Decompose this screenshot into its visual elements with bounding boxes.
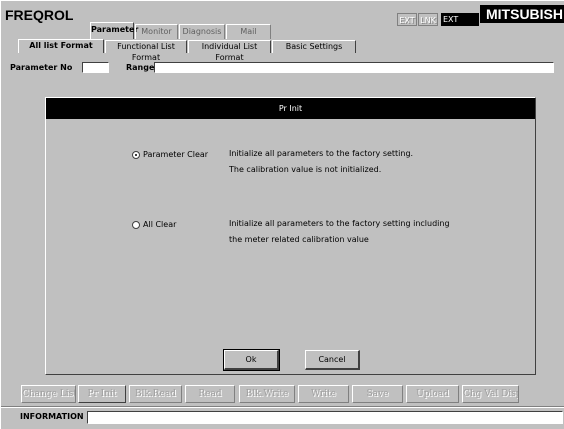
blk-write-button[interactable]: Blk.Write: [239, 385, 295, 403]
parameter-no-input[interactable]: [82, 62, 109, 73]
information-field[interactable]: [87, 411, 563, 424]
save-button[interactable]: Save: [352, 385, 403, 403]
cancel-button[interactable]: Cancel: [305, 350, 360, 370]
all-clear-description: Initialize all parameters to the factory…: [229, 216, 450, 248]
radio-parameter-clear-label: Parameter Clear: [143, 150, 209, 159]
tab-mail[interactable]: Mail: [226, 24, 271, 39]
tab-diagnosis[interactable]: Diagnosis: [179, 24, 225, 39]
description-line: The calibration value is not initialized…: [229, 165, 382, 174]
description-line: the meter related calibration value: [229, 235, 369, 244]
radio-unchecked-icon[interactable]: [132, 220, 140, 229]
tab-basic-settings[interactable]: Basic Settings: [272, 40, 356, 53]
upload-button[interactable]: Upload: [406, 385, 459, 403]
tab-parameter[interactable]: Parameter: [90, 22, 138, 39]
parameter-no-label: Parameter No: [10, 63, 73, 72]
chg-val-disp-button[interactable]: Chg Val Disp: [462, 385, 519, 403]
parameter-clear-description: Initialize all parameters to the factory…: [229, 146, 413, 178]
pr-init-dialog: Pr Init Parameter Clear Initialize all p…: [45, 97, 536, 375]
description-line: Initialize all parameters to the factory…: [229, 149, 414, 158]
tab-monitor[interactable]: Monitor: [135, 24, 178, 39]
app-title: FREQROL: [5, 7, 74, 23]
brand-logo: MITSUBISH: [480, 5, 564, 23]
mode-indicator-ext: EXT: [397, 13, 417, 26]
app-window: FREQROL Parameter Monitor Diagnosis Mail…: [0, 0, 564, 429]
tab-functional-list-format[interactable]: Functional List Format: [105, 40, 187, 62]
description-line: Initialize all parameters to the factory…: [229, 219, 450, 228]
tab-individual-list-format[interactable]: Individual List Format: [188, 40, 271, 62]
range-input[interactable]: [154, 62, 554, 73]
information-label: INFORMATION: [20, 412, 84, 421]
radio-all-clear[interactable]: All Clear: [132, 220, 176, 229]
mode-indicator-ext-active: EXT: [441, 13, 479, 26]
dialog-title: Pr Init: [46, 98, 535, 119]
tab-all-list-format[interactable]: All list Format: [18, 39, 104, 53]
pr-init-button[interactable]: Pr Init: [78, 385, 126, 403]
radio-all-clear-label: All Clear: [143, 220, 177, 229]
read-button[interactable]: Read: [185, 385, 235, 403]
range-label: Range: [126, 63, 155, 72]
mode-indicator-lnk: LNK: [418, 13, 438, 26]
ok-button[interactable]: Ok: [223, 349, 280, 371]
divider: [1, 406, 564, 408]
change-list-button[interactable]: Change List: [21, 385, 76, 403]
blk-read-button[interactable]: Blk.Read: [129, 385, 182, 403]
radio-checked-icon[interactable]: [132, 150, 140, 159]
radio-parameter-clear[interactable]: Parameter Clear: [132, 150, 208, 159]
write-button[interactable]: Write: [298, 385, 349, 403]
